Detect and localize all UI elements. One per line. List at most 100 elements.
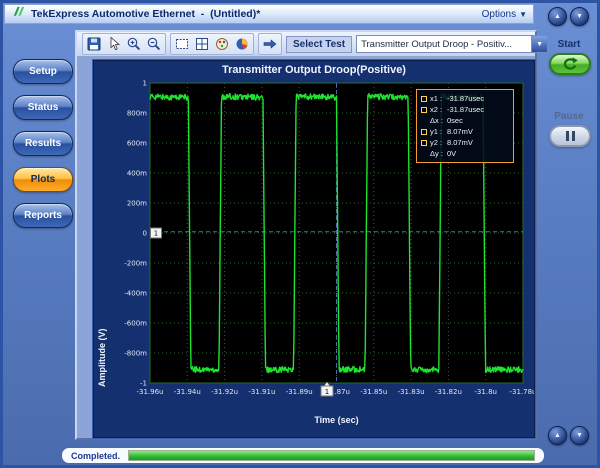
y-tick-label: -600m: [124, 320, 147, 328]
main-panel: Select Test Transmitter Output Droop - P…: [75, 30, 537, 440]
pause-icon: [566, 131, 569, 141]
cursor-readout-value: -31.87usec: [447, 105, 484, 114]
y-tick-label: 0: [143, 230, 147, 238]
cursor-readout-label: x2 :: [430, 105, 444, 114]
x-tick-label: -31.8u: [474, 388, 497, 396]
progress-fill: [129, 451, 534, 460]
cursor-readout-label: y1 :: [430, 127, 444, 136]
grid-view-icon: [194, 36, 210, 52]
refresh-arrow-icon: [560, 56, 580, 72]
x-tick-label: -31.83u: [398, 388, 425, 396]
grid-view-button[interactable]: [193, 35, 211, 53]
titlebar: TekExpress Automotive Ethernet - (Untitl…: [4, 4, 534, 24]
sidebar-item-setup[interactable]: Setup: [13, 59, 73, 84]
sidebar-item-status[interactable]: Status: [13, 95, 73, 120]
cursor-readout-row: x1 :-31.87usec: [421, 93, 509, 104]
cursor-readout-label: Δy :: [430, 149, 444, 158]
x-tick-label: -31.85u: [360, 388, 387, 396]
cursor-marker-spacer: [421, 151, 427, 157]
y-tick-label: -800m: [124, 350, 147, 358]
zoom-out-icon: [146, 36, 162, 52]
x-tick-label: -31.91u: [248, 388, 275, 396]
y-tick-label: 800m: [127, 110, 147, 118]
sidebar-item-label: Results: [25, 138, 61, 149]
cursor-readout-row: y1 :8.07mV: [421, 126, 509, 137]
cursor-marker-icon: [421, 129, 427, 135]
cursor-marker-icon: [421, 107, 427, 113]
zoom-out-button[interactable]: [145, 35, 163, 53]
cursor-readout-label: y2 :: [430, 138, 444, 147]
toolbar-group-file: [82, 33, 166, 55]
toolbar-group-display: [170, 33, 254, 55]
export-button[interactable]: [261, 35, 279, 53]
cursor-readout-label: x1 :: [430, 94, 444, 103]
minimize-button[interactable]: ▲: [548, 7, 567, 26]
cursor-marker-bottom-label: 1: [325, 388, 329, 396]
sidebar-item-plots[interactable]: Plots: [13, 167, 73, 192]
y-tick-label: -200m: [124, 260, 147, 268]
toolbar-group-export: [258, 33, 282, 55]
zoom-in-icon: [126, 36, 142, 52]
save-button[interactable]: [85, 35, 103, 53]
cursor-marker-icon: [421, 140, 427, 146]
cursor-readout-value: 0sec: [447, 116, 463, 125]
pie-chart-button[interactable]: [233, 35, 251, 53]
cursor-readout-row: Δy :0V: [421, 148, 509, 159]
sidebar-item-label: Status: [28, 102, 59, 113]
chevron-down-icon: ▼: [519, 10, 527, 19]
pause-icon: [572, 131, 575, 141]
pause-label: Pause: [539, 111, 599, 122]
palette-button[interactable]: [213, 35, 231, 53]
test-select-dropdown[interactable]: Transmitter Output Droop - Positiv... ▼: [356, 35, 548, 53]
palette-icon: [214, 36, 230, 52]
cursor-readout-value: 8.07mV: [447, 127, 473, 136]
select-test-group: Select Test Transmitter Output Droop - P…: [286, 35, 548, 53]
cursor-marker-spacer: [421, 118, 427, 124]
status-bar: Completed.: [61, 447, 545, 464]
options-menu[interactable]: Options ▼: [482, 9, 527, 20]
app-window: TekExpress Automotive Ethernet - (Untitl…: [0, 0, 600, 468]
cursor-readout-label: Δx :: [430, 116, 444, 125]
x-tick-label: -31.94u: [174, 388, 201, 396]
y-tick-label: -400m: [124, 290, 147, 298]
scroll-down-button[interactable]: ▼: [570, 426, 589, 445]
pie-chart-icon: [234, 36, 250, 52]
cursor-readout-value: -31.87usec: [447, 94, 484, 103]
cursor-marker-left-label: 1: [154, 230, 158, 238]
y-tick-label: 400m: [127, 170, 147, 178]
sidebar-item-reports[interactable]: Reports: [13, 203, 73, 228]
maximize-button[interactable]: ▼: [570, 7, 589, 26]
x-tick-label: -31.89u: [286, 388, 313, 396]
zoom-in-button[interactable]: [125, 35, 143, 53]
sidebar-item-results[interactable]: Results: [13, 131, 73, 156]
y-tick-label: 600m: [127, 140, 147, 148]
pause-button[interactable]: [549, 125, 591, 147]
select-region-button[interactable]: [173, 35, 191, 53]
export-icon: [262, 36, 278, 52]
cursor-readout-row: Δx :0sec: [421, 115, 509, 126]
y-tick-label: 200m: [127, 200, 147, 208]
save-icon: [86, 36, 102, 52]
pointer-icon: [106, 36, 122, 52]
scroll-up-button[interactable]: ▲: [548, 426, 567, 445]
x-tick-label: -31.78u: [509, 388, 534, 396]
cursor-readout-row: y2 :8.07mV: [421, 137, 509, 148]
plot-toolbar: Select Test Transmitter Output Droop - P…: [77, 32, 535, 57]
sidebar-item-label: Reports: [24, 210, 62, 221]
sidebar-item-label: Setup: [29, 66, 57, 77]
cursor-marker-icon: [421, 96, 427, 102]
plot-panel: Transmitter Output Droop(Positive) Ampli…: [93, 60, 535, 438]
start-label: Start: [539, 39, 599, 50]
cursor-readout-value: 8.07mV: [447, 138, 473, 147]
cursor-readout-row: x2 :-31.87usec: [421, 104, 509, 115]
pointer-button[interactable]: [105, 35, 123, 53]
x-axis-title: Time (sec): [150, 415, 523, 425]
y-tick-label: -1: [140, 380, 147, 388]
start-button[interactable]: [549, 53, 591, 75]
x-tick-label: -31.92u: [211, 388, 238, 396]
cursor-readout: x1 :-31.87usecx2 :-31.87usecΔx :0secy1 :…: [416, 89, 514, 163]
options-label: Options: [482, 9, 516, 20]
tekexpress-logo-icon: [11, 4, 26, 24]
x-tick-label: -31.96u: [136, 388, 163, 396]
test-select-value: Transmitter Output Droop - Positiv...: [357, 39, 531, 50]
